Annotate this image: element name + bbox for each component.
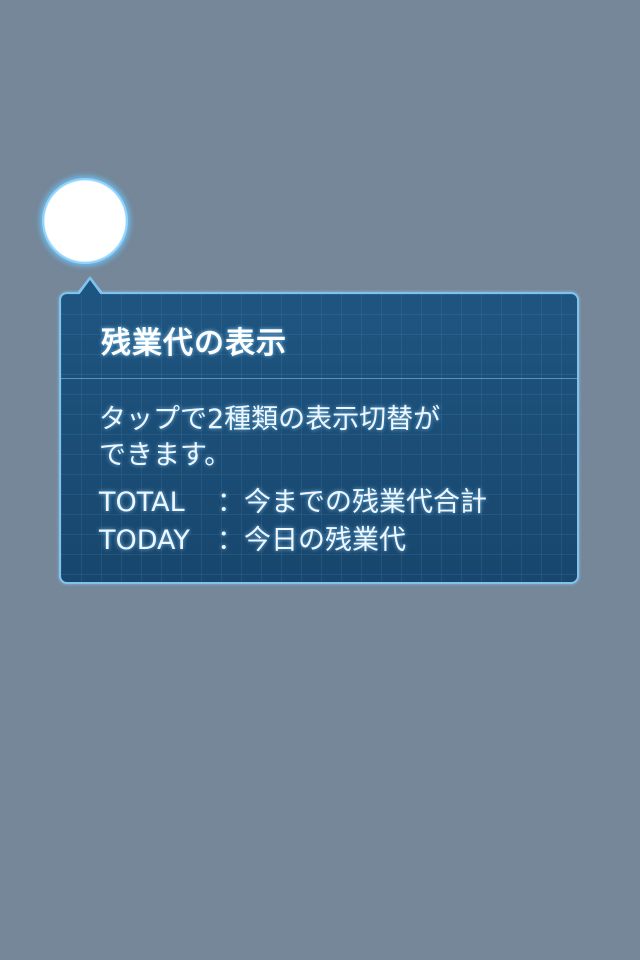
tooltip-title: 残業代の表示 <box>101 326 287 361</box>
legend-row-today: TODAY ：今日の残業代 <box>99 522 487 560</box>
legend-key-today: TODAY <box>99 525 190 556</box>
legend-text-today: 今日の残業代 <box>244 525 406 556</box>
legend-row-total: TOTAL ：今までの残業代合計 <box>99 484 487 522</box>
description-line: タップで2種類の表示切替が <box>99 404 441 435</box>
highlight-spot[interactable] <box>42 178 128 264</box>
legend-separator: ： <box>217 525 244 556</box>
tooltip-pointer-fill <box>79 280 101 295</box>
tooltip-description: タップで2種類の表示切替が できます。 <box>99 402 440 474</box>
tooltip-legend: TOTAL ：今までの残業代合計 TODAY ：今日の残業代 <box>99 484 487 560</box>
tooltip-panel[interactable]: 残業代の表示 タップで2種類の表示切替が できます。 TOTAL ：今までの残業代… <box>59 292 579 584</box>
legend-text-total: 今までの残業代合計 <box>244 487 487 518</box>
legend-key-total: TOTAL <box>99 487 185 518</box>
description-line: できます。 <box>99 440 232 471</box>
legend-separator: ： <box>217 487 244 518</box>
tooltip-divider <box>61 378 577 379</box>
